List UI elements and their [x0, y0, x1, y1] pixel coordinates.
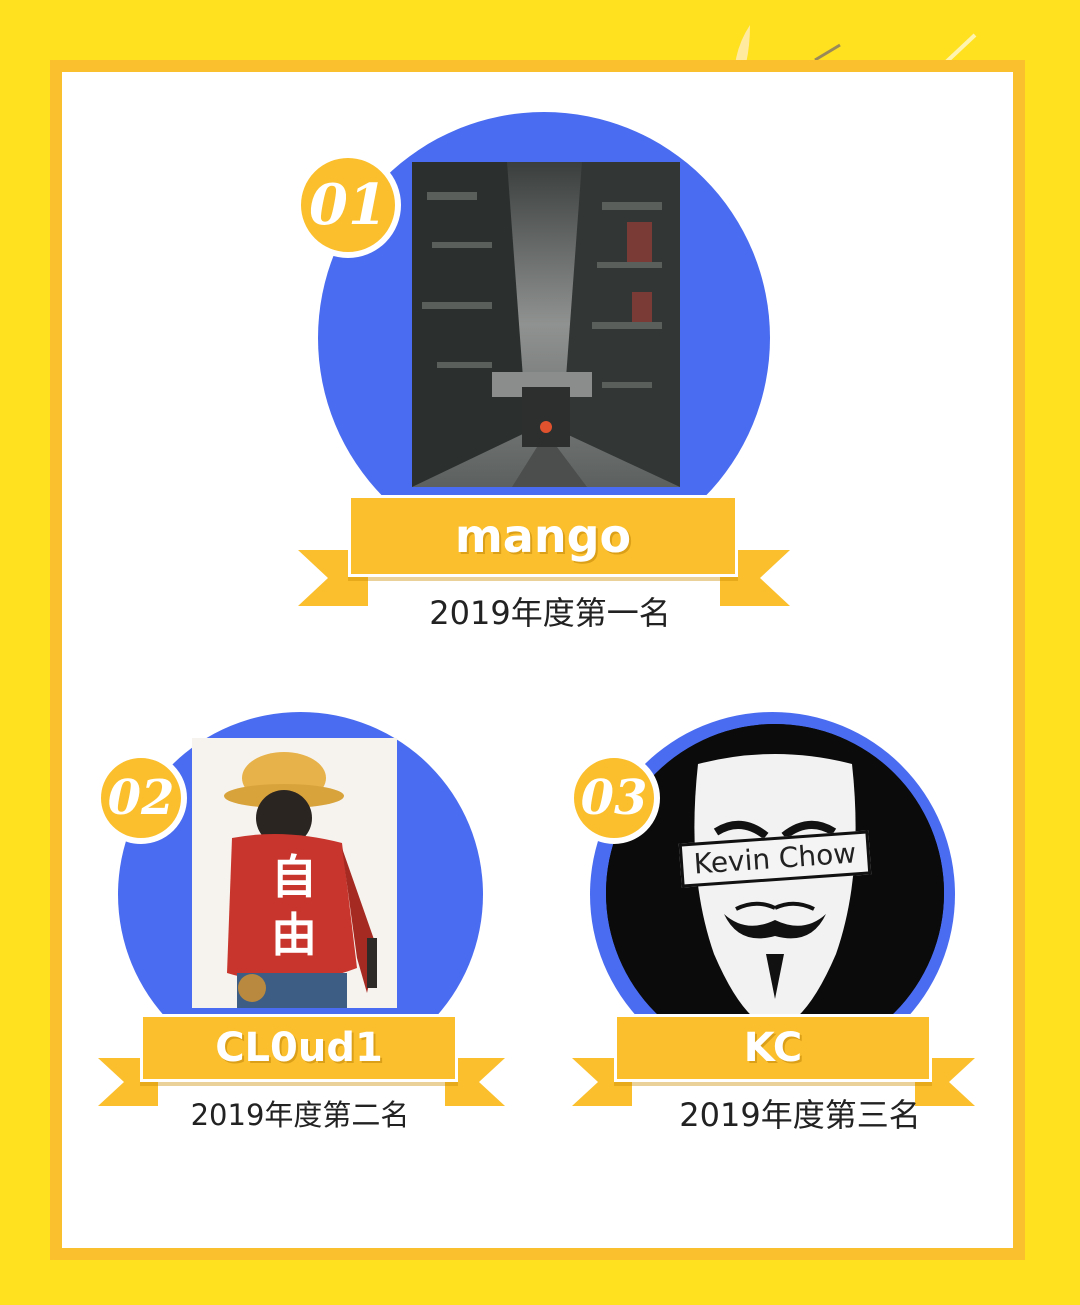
guy-fawkes-mask-avatar-icon: Kevin Chow	[606, 724, 944, 1062]
rank-badge: 03	[568, 752, 660, 844]
badge-number: 03	[580, 770, 648, 826]
winner-third: Kevin Chow 03 KC 2019年度第三名	[0, 0, 1080, 1305]
winner-name: KC	[743, 1025, 803, 1071]
ranking-card: 01 mango 2019年度第一名 自由 02 CL0ud1 2019年度第二…	[0, 0, 1080, 1305]
rank-label: 2019年度第三名	[679, 1096, 921, 1134]
name-ribbon: KC	[614, 1014, 932, 1082]
